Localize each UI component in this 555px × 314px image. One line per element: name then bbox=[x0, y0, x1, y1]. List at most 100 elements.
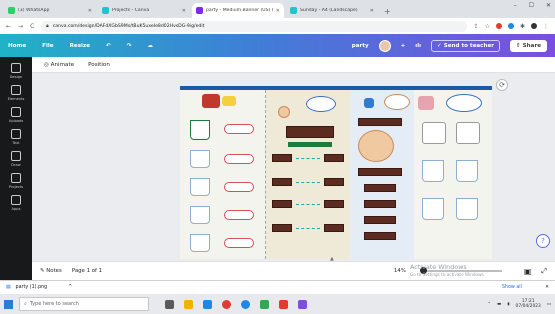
reload-icon[interactable]: C bbox=[30, 23, 34, 30]
close-tab-icon[interactable]: ✕ bbox=[182, 8, 186, 14]
windows-start-icon[interactable] bbox=[4, 299, 13, 309]
send-to-teacher-button[interactable]: ✓ Send to teacher bbox=[431, 39, 501, 52]
cloud-sync-icon: ☁ bbox=[147, 42, 153, 49]
downloads-bar: ▤ party (1).png ^ Show all ✕ bbox=[0, 280, 555, 294]
home-button[interactable]: Home bbox=[8, 43, 26, 49]
brown-item-box bbox=[324, 178, 344, 186]
rail-item-label: Projects bbox=[8, 185, 24, 189]
close-tab-icon[interactable]: ✕ bbox=[370, 8, 374, 14]
scroll-label bbox=[224, 210, 254, 220]
volume-icon[interactable]: ◖ bbox=[507, 302, 509, 307]
brown-item-box bbox=[272, 200, 292, 208]
design-column bbox=[266, 90, 350, 259]
fullscreen-icon[interactable]: ⤢ bbox=[541, 267, 547, 276]
rail-item-projects[interactable]: Projects bbox=[9, 173, 23, 189]
text-icon bbox=[11, 129, 21, 139]
maximize-icon[interactable]: ☐ bbox=[529, 2, 534, 9]
rail-item-draw[interactable]: Draw bbox=[11, 151, 21, 167]
task-view-icon[interactable] bbox=[165, 299, 174, 309]
extensions-puzzle-icon[interactable]: ✱ bbox=[520, 23, 525, 30]
browser-tab[interactable]: Sunday - A4 (Landscape) ✕ bbox=[286, 3, 378, 18]
pocket-card bbox=[456, 198, 478, 220]
upload-icon bbox=[11, 107, 21, 117]
dashed-arrow bbox=[296, 158, 320, 159]
add-collaborator-icon[interactable]: + bbox=[401, 43, 406, 49]
brown-item-box bbox=[364, 216, 396, 224]
character-illustration bbox=[202, 94, 220, 108]
send-check-icon: ✓ bbox=[437, 42, 444, 49]
notes-button[interactable]: ✎ Notes bbox=[40, 268, 62, 274]
document-title[interactable]: party bbox=[352, 43, 369, 49]
grid-icon bbox=[11, 195, 21, 205]
editor-toolbar: ◎ Animate Position bbox=[32, 57, 555, 73]
download-options-icon[interactable]: ^ bbox=[68, 285, 72, 290]
file-explorer-icon[interactable] bbox=[184, 299, 193, 309]
design-page[interactable] bbox=[180, 86, 492, 259]
close-tab-icon[interactable]: ✕ bbox=[88, 8, 92, 14]
insights-chart-icon[interactable]: ılı bbox=[415, 43, 421, 49]
rail-item-design[interactable]: Design bbox=[10, 63, 22, 79]
show-all-downloads-button[interactable]: Show all bbox=[502, 285, 522, 290]
position-button[interactable]: Position bbox=[88, 62, 110, 68]
minimize-icon[interactable]: – bbox=[514, 2, 517, 9]
profile-avatar[interactable] bbox=[531, 23, 537, 29]
edge-icon[interactable] bbox=[241, 299, 250, 309]
window-controls: – ☐ ✕ bbox=[514, 2, 551, 9]
app-icon[interactable] bbox=[279, 299, 288, 309]
activate-windows-watermark: Activate Windows Go to Settings to activ… bbox=[410, 263, 485, 279]
back-icon[interactable]: ← bbox=[6, 23, 11, 30]
animate-button[interactable]: ◎ Animate bbox=[44, 62, 74, 68]
watermark-subtitle: Go to Settings to activate Windows. bbox=[410, 272, 486, 277]
bookmark-star-icon[interactable]: ☆ bbox=[485, 23, 490, 30]
undo-icon[interactable]: ↶ bbox=[106, 43, 111, 49]
direction-arrow-icon bbox=[364, 98, 374, 108]
clock-date: 07/04/2023 bbox=[515, 304, 541, 309]
pocket-card bbox=[190, 206, 210, 224]
rotate-icon[interactable]: ⟳ bbox=[496, 79, 508, 91]
app-icon[interactable] bbox=[298, 299, 307, 309]
network-icon[interactable]: ▬ bbox=[497, 302, 501, 307]
grid-view-icon[interactable]: ▣ bbox=[524, 267, 532, 276]
redo-icon[interactable]: ↷ bbox=[127, 43, 132, 49]
brown-item-box bbox=[324, 200, 344, 208]
download-file-name[interactable]: party (1).png bbox=[16, 285, 48, 290]
close-tab-icon[interactable]: ✕ bbox=[276, 8, 280, 14]
notifications-icon[interactable]: ▭ bbox=[547, 302, 551, 307]
browser-tab-active[interactable]: party - Medium Banner (US) (La... ✕ bbox=[192, 3, 284, 18]
rail-item-elements[interactable]: Elements bbox=[8, 85, 24, 101]
help-icon[interactable]: ? bbox=[536, 234, 550, 248]
url-input[interactable]: 🔒︎ canva.com/design/DAFdXGbS9Ms/tBuK5uxe… bbox=[41, 20, 467, 32]
chrome-icon[interactable] bbox=[222, 299, 231, 309]
chrome-menu-icon[interactable]: ⋮ bbox=[543, 23, 549, 30]
rail-item-label: Design bbox=[9, 75, 23, 79]
brown-heading-box bbox=[286, 126, 334, 138]
url-text: canva.com/design/DAFdXGbS9Ms/tBuK5uxeIe8… bbox=[52, 23, 205, 29]
recipe-card bbox=[422, 122, 446, 144]
rail-item-uploads[interactable]: Uploads bbox=[9, 107, 23, 123]
app-icon[interactable] bbox=[260, 299, 269, 309]
pocket-card bbox=[456, 160, 478, 182]
taskbar-search-input[interactable]: ⌕ Type here to search bbox=[19, 297, 149, 311]
resize-button[interactable]: Resize bbox=[70, 43, 90, 49]
browser-tab[interactable]: (3) WhatsApp ✕ bbox=[4, 3, 96, 18]
clock[interactable]: 17:21 07/04/2023 bbox=[516, 299, 541, 309]
browser-tab[interactable]: Projects - Canva ✕ bbox=[98, 3, 190, 18]
forward-icon[interactable]: → bbox=[18, 23, 23, 30]
close-window-icon[interactable]: ✕ bbox=[546, 2, 551, 9]
rail-item-text[interactable]: Text bbox=[11, 129, 21, 145]
new-tab-button[interactable]: + bbox=[384, 7, 391, 16]
dashed-arrow bbox=[296, 204, 320, 205]
extension-icon[interactable] bbox=[495, 23, 502, 29]
share-page-icon[interactable]: ⇪ bbox=[474, 23, 479, 30]
store-icon[interactable] bbox=[203, 299, 212, 309]
tray-chevron-icon[interactable]: ⌃ bbox=[487, 302, 491, 307]
share-button[interactable]: ⇧ Share bbox=[510, 39, 547, 52]
file-menu-button[interactable]: File bbox=[42, 43, 53, 49]
animate-icon: ◎ bbox=[44, 61, 51, 68]
scroll-label bbox=[224, 154, 254, 164]
avatar[interactable] bbox=[378, 39, 391, 52]
extension-icon[interactable] bbox=[507, 23, 514, 29]
rail-item-apps[interactable]: Apps bbox=[11, 195, 21, 211]
close-downloads-icon[interactable]: ✕ bbox=[545, 285, 549, 290]
zoom-level[interactable]: 14% bbox=[394, 268, 406, 274]
